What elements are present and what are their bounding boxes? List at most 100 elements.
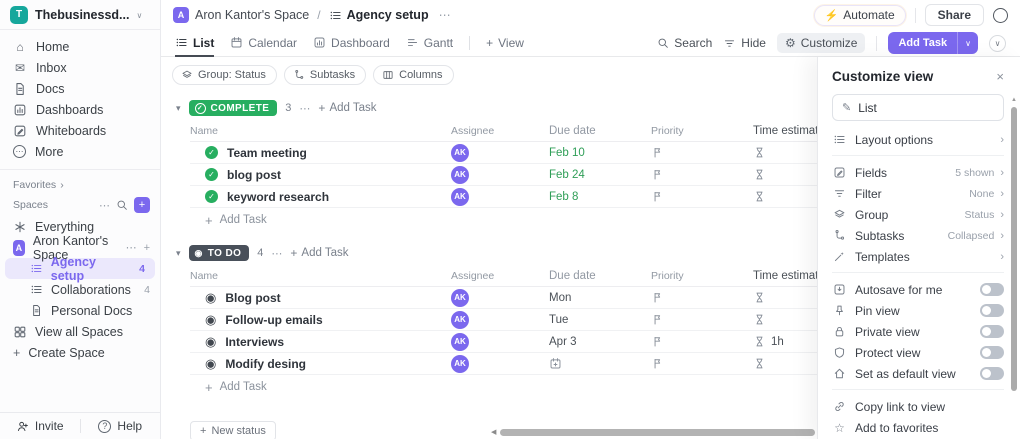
spaces-search-icon[interactable]: [116, 199, 128, 211]
due-date[interactable]: Tue: [549, 314, 651, 326]
add-space-button[interactable]: +: [134, 197, 150, 213]
task-name[interactable]: Team meeting: [227, 146, 307, 160]
status-done-icon[interactable]: ✓: [205, 168, 218, 181]
assignee-avatar[interactable]: AK: [451, 187, 469, 206]
default-view-toggle[interactable]: [980, 367, 1004, 380]
sidebar-item-home[interactable]: ⌂ Home: [0, 36, 160, 57]
horizontal-scrollbar[interactable]: [500, 429, 815, 436]
panel-item-autosave[interactable]: Autosave for me: [832, 279, 1004, 300]
panel-item-subtasks[interactable]: Subtasks Collapsed ›: [832, 225, 1004, 246]
tab-list[interactable]: List: [175, 30, 215, 57]
status-done-icon[interactable]: ✓: [205, 146, 218, 159]
invite-button[interactable]: Invite: [0, 419, 80, 433]
breadcrumb-current[interactable]: Agency setup: [329, 8, 429, 22]
collapse-group-icon[interactable]: ▾: [176, 103, 181, 114]
panel-item-filter[interactable]: Filter None ›: [832, 183, 1004, 204]
group-by-pill[interactable]: Group: Status: [172, 65, 277, 85]
panel-item-private-view[interactable]: Private view: [832, 321, 1004, 342]
sidebar-item-dashboards[interactable]: Dashboards: [0, 99, 160, 120]
due-date[interactable]: Feb 10: [549, 147, 651, 159]
task-name[interactable]: Follow-up emails: [225, 313, 322, 327]
status-todo-icon[interactable]: ◉: [205, 335, 216, 348]
breadcrumb-space-name[interactable]: Aron Kantor's Space: [195, 8, 309, 22]
scrollbar-left-arrow[interactable]: ◀: [491, 428, 496, 436]
sidebar-item-more[interactable]: ⋯ More: [0, 141, 160, 162]
task-name[interactable]: Blog post: [225, 291, 280, 305]
add-view-button[interactable]: + View: [486, 30, 524, 57]
table-row[interactable]: ◉ Blog post AK Mon: [190, 287, 846, 309]
help-button[interactable]: ? Help: [81, 419, 161, 433]
status-badge[interactable]: ✓ COMPLETE: [188, 100, 278, 116]
assignee-avatar[interactable]: AK: [451, 332, 469, 351]
autosave-toggle[interactable]: [980, 283, 1004, 296]
sidebar-item-collaborations[interactable]: Collaborations 4: [0, 279, 160, 300]
priority-flag-icon[interactable]: [651, 313, 664, 326]
workspace-switcher[interactable]: T Thebusinessd... ∨: [0, 0, 160, 30]
pin-view-toggle[interactable]: [980, 304, 1004, 317]
group-add-task-button[interactable]: + Add Task: [290, 246, 348, 260]
priority-flag-icon[interactable]: [651, 168, 664, 181]
table-row[interactable]: ◉ Interviews AK Apr 3 1h: [190, 331, 846, 353]
add-task-button[interactable]: Add Task ∨: [888, 32, 978, 54]
tab-calendar[interactable]: Calendar: [230, 30, 297, 57]
table-row[interactable]: ✓ keyword research AK Feb 8: [190, 186, 846, 208]
subtasks-pill[interactable]: Subtasks: [283, 65, 367, 85]
task-name[interactable]: keyword research: [227, 190, 329, 204]
sidebar-item-view-all-spaces[interactable]: View all Spaces: [0, 321, 160, 342]
time-estimate-icon[interactable]: [753, 168, 766, 181]
panel-item-default-view[interactable]: Set as default view: [832, 363, 1004, 384]
search-button[interactable]: Search: [657, 36, 712, 50]
assignee-avatar[interactable]: AK: [451, 288, 469, 307]
sidebar-item-whiteboards[interactable]: Whiteboards: [0, 120, 160, 141]
new-status-button[interactable]: + New status: [190, 421, 276, 439]
time-estimate-icon[interactable]: [753, 146, 766, 159]
status-todo-icon[interactable]: ◉: [205, 291, 216, 304]
group-more-icon[interactable]: ⋯: [299, 102, 310, 115]
breadcrumb-more-icon[interactable]: ⋯: [439, 8, 451, 22]
collapse-toolbar-button[interactable]: ∨: [989, 34, 1006, 52]
due-date[interactable]: Feb 24: [549, 169, 651, 181]
panel-item-protect-view[interactable]: Protect view: [832, 342, 1004, 363]
vertical-scrollbar[interactable]: [1011, 107, 1017, 391]
sidebar-item-inbox[interactable]: ✉ Inbox: [0, 57, 160, 78]
panel-item-layout-options[interactable]: Layout options ›: [832, 129, 1004, 150]
group-add-task-button[interactable]: + Add Task: [318, 101, 376, 115]
group-more-icon[interactable]: ⋯: [271, 247, 282, 260]
table-row[interactable]: ✓ blog post AK Feb 24: [190, 164, 846, 186]
sidebar-item-docs[interactable]: Docs: [0, 78, 160, 99]
time-estimate-icon[interactable]: [753, 335, 766, 348]
assignee-avatar[interactable]: AK: [451, 310, 469, 329]
panel-item-group[interactable]: Group Status ›: [832, 204, 1004, 225]
priority-flag-icon[interactable]: [651, 335, 664, 348]
tab-dashboard[interactable]: Dashboard: [313, 30, 390, 57]
status-done-icon[interactable]: ✓: [205, 190, 218, 203]
due-date[interactable]: Mon: [549, 292, 651, 304]
assignee-avatar[interactable]: AK: [451, 143, 469, 162]
time-estimate-icon[interactable]: [753, 291, 766, 304]
space-more-icon[interactable]: ⋯: [126, 241, 137, 254]
spaces-more-icon[interactable]: ⋯: [99, 199, 110, 212]
status-todo-icon[interactable]: ◉: [205, 357, 216, 370]
scrollbar-up-arrow[interactable]: ▲: [1011, 97, 1017, 103]
status-badge[interactable]: ◉ TO DO: [188, 245, 250, 261]
priority-flag-icon[interactable]: [651, 357, 664, 370]
share-button[interactable]: Share: [924, 4, 984, 26]
assignee-avatar[interactable]: AK: [451, 354, 469, 373]
sidebar-item-personal-docs[interactable]: Personal Docs: [0, 300, 160, 321]
status-circle-icon[interactable]: [993, 7, 1008, 23]
priority-flag-icon[interactable]: [651, 190, 664, 203]
time-estimate-icon[interactable]: [753, 357, 766, 370]
customize-button[interactable]: ⚙ Customize: [776, 33, 866, 53]
chevron-down-icon[interactable]: ∨: [957, 32, 978, 54]
collapse-group-icon[interactable]: ▾: [176, 248, 181, 259]
time-estimate-icon[interactable]: [753, 190, 766, 203]
panel-item-pin-view[interactable]: Pin view: [832, 300, 1004, 321]
favorites-section[interactable]: Favorites ›: [0, 176, 160, 194]
panel-item-add-favorites[interactable]: ☆ Add to favorites: [832, 417, 1004, 438]
table-row[interactable]: ◉ Follow-up emails AK Tue: [190, 309, 846, 331]
priority-flag-icon[interactable]: [651, 146, 664, 159]
hide-button[interactable]: Hide: [723, 36, 766, 50]
due-date[interactable]: Apr 3: [549, 336, 651, 348]
status-todo-icon[interactable]: ◉: [205, 313, 216, 326]
close-icon[interactable]: ×: [996, 69, 1004, 84]
